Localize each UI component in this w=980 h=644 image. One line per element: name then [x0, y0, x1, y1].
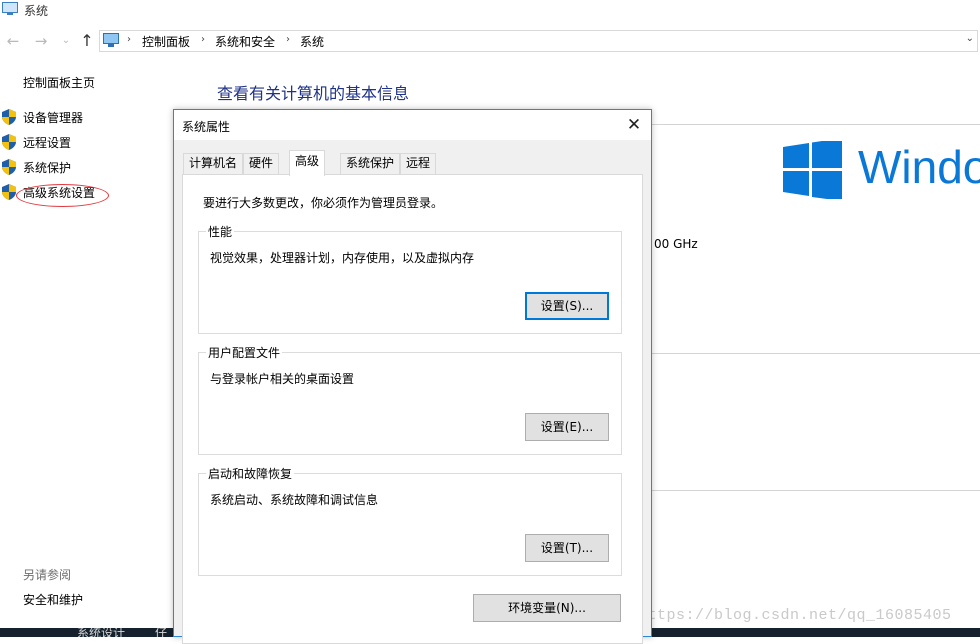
window-title: 系统 — [24, 4, 49, 18]
highlight-ellipse-annotation — [16, 184, 109, 207]
group-title: 性能 — [206, 223, 235, 240]
processor-speed-text: 00 GHz — [654, 237, 698, 251]
group-title: 用户配置文件 — [206, 344, 283, 361]
breadcrumb-separator-icon[interactable]: › — [286, 34, 290, 45]
breadcrumb-system-security[interactable]: 系统和安全 — [215, 33, 275, 50]
breadcrumb-system[interactable]: 系统 — [300, 33, 324, 50]
left-navigation-pane: 控制面板主页 设备管理器 远程设置 系统保护 高级系统设置 另请参阅 安全和维护 — [0, 62, 170, 637]
window-titlebar: 系统 — [0, 0, 980, 22]
computer-icon — [2, 2, 18, 15]
admin-notice: 要进行大多数更改，你必须作为管理员登录。 — [203, 196, 444, 210]
section-divider — [650, 353, 980, 354]
uac-shield-icon — [2, 109, 16, 125]
taskbar-item[interactable]: 系统设计 — [77, 628, 125, 637]
tab-system-protection[interactable]: 系统保护 — [340, 153, 401, 174]
address-bar[interactable]: › 控制面板 › 系统和安全 › 系统 ⌄ — [99, 30, 978, 52]
forward-arrow-icon[interactable]: → — [32, 32, 50, 50]
see-also-heading: 另请参阅 — [23, 568, 72, 582]
tab-computer-name[interactable]: 计算机名 — [183, 153, 244, 174]
sidebar-item-remote-settings[interactable]: 远程设置 — [0, 132, 160, 152]
sidebar-item-label: 远程设置 — [23, 136, 72, 150]
recent-locations-chevron-icon[interactable]: ⌄ — [57, 32, 75, 50]
back-arrow-icon[interactable]: ← — [4, 32, 22, 50]
control-panel-home-link[interactable]: 控制面板主页 — [23, 74, 95, 91]
system-properties-dialog: 系统属性 ✕ 计算机名 硬件 高级 系统保护 远程 要进行大多数更改，你必须作为… — [173, 109, 652, 644]
control-panel-icon — [103, 33, 119, 47]
navigation-bar: ← → ⌄ ↑ › 控制面板 › 系统和安全 › 系统 ⌄ — [0, 28, 980, 55]
group-description: 与登录帐户相关的桌面设置 — [210, 372, 355, 386]
group-title: 启动和故障恢复 — [206, 465, 295, 482]
windows-brand-text: Windo — [858, 141, 980, 193]
dialog-titlebar: 系统属性 ✕ — [174, 110, 651, 140]
group-description: 系统启动、系统故障和调试信息 — [210, 493, 379, 507]
sidebar-item-device-manager[interactable]: 设备管理器 — [0, 107, 160, 127]
performance-group: 性能 视觉效果，处理器计划，内存使用，以及虚拟内存 设置(S)... — [198, 223, 622, 334]
section-divider — [650, 490, 980, 491]
breadcrumb-separator-icon: › — [127, 34, 131, 45]
user-profiles-group: 用户配置文件 与登录帐户相关的桌面设置 设置(E)... — [198, 344, 622, 455]
taskbar-item[interactable]: 仔 — [155, 628, 167, 637]
uac-shield-icon — [2, 134, 16, 150]
page-title: 查看有关计算机的基本信息 — [217, 84, 410, 103]
breadcrumb-control-panel[interactable]: 控制面板 — [142, 33, 190, 50]
section-divider — [650, 124, 980, 125]
up-arrow-icon[interactable]: ↑ — [78, 32, 96, 50]
environment-variables-button[interactable]: 环境变量(N)... — [473, 594, 621, 622]
uac-shield-icon — [2, 159, 16, 175]
tab-hardware[interactable]: 硬件 — [243, 153, 280, 174]
sidebar-item-label: 设备管理器 — [23, 111, 84, 125]
tab-remote[interactable]: 远程 — [400, 153, 437, 174]
sidebar-item-system-protection[interactable]: 系统保护 — [0, 157, 160, 177]
dialog-title: 系统属性 — [182, 120, 231, 134]
tab-advanced[interactable]: 高级 — [289, 150, 326, 176]
startup-settings-button[interactable]: 设置(T)... — [525, 534, 609, 562]
startup-recovery-group: 启动和故障恢复 系统启动、系统故障和调试信息 设置(T)... — [198, 465, 622, 576]
close-icon[interactable]: ✕ — [623, 114, 645, 136]
windows-logo-icon — [783, 141, 842, 199]
sidebar-item-label: 系统保护 — [23, 161, 72, 175]
performance-settings-button[interactable]: 设置(S)... — [525, 292, 609, 320]
group-description: 视觉效果，处理器计划，内存使用，以及虚拟内存 — [210, 251, 475, 265]
profiles-settings-button[interactable]: 设置(E)... — [525, 413, 609, 441]
security-maintenance-link[interactable]: 安全和维护 — [23, 591, 83, 608]
address-dropdown-icon[interactable]: ⌄ — [966, 33, 974, 44]
watermark-text: https://blog.csdn.net/qq_16085405 — [638, 607, 952, 624]
breadcrumb-separator-icon[interactable]: › — [201, 34, 205, 45]
advanced-tab-panel: 要进行大多数更改，你必须作为管理员登录。 性能 视觉效果，处理器计划，内存使用，… — [182, 174, 643, 644]
uac-shield-icon — [2, 184, 16, 200]
